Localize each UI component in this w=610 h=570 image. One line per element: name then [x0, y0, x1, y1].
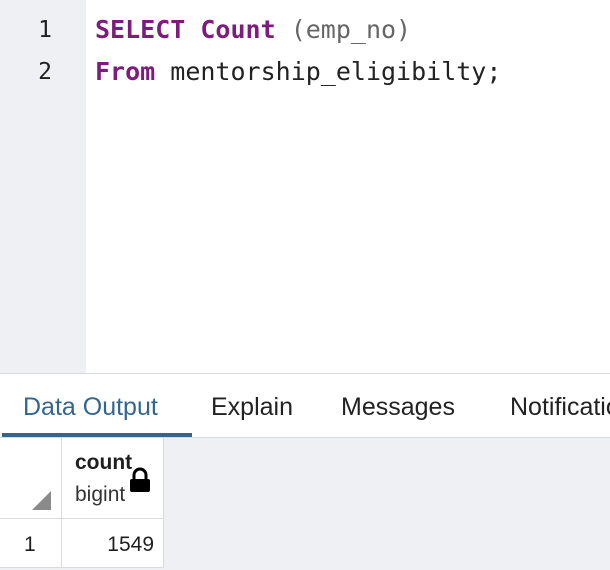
keyword-count: Count: [200, 15, 276, 44]
line-number-gutter: 1 2: [0, 0, 86, 373]
tab-data-output[interactable]: Data Output: [23, 374, 158, 437]
column-header-count[interactable]: count bigint: [62, 438, 164, 519]
active-tab-indicator: [2, 433, 192, 437]
sort-corner-icon: [32, 491, 51, 510]
table-identifier: mentorship_eligibilty;: [170, 57, 502, 86]
function-argument: (emp_no): [290, 15, 412, 44]
column-type: bigint: [75, 483, 126, 506]
row-number: 1: [24, 533, 36, 556]
lock-icon: [130, 467, 150, 492]
select-all-corner[interactable]: [0, 438, 62, 519]
column-name: count: [75, 451, 133, 474]
cell-value: 1549: [107, 533, 154, 556]
line-number: 2: [38, 59, 52, 85]
tab-explain[interactable]: Explain: [211, 374, 293, 437]
output-tab-bar: Data Output Explain Messages Notificatio…: [0, 373, 610, 438]
data-output-grid: count bigint 1 1549: [0, 438, 610, 570]
tab-notifications[interactable]: Notifications: [510, 374, 610, 437]
line-number: 1: [38, 17, 52, 43]
tab-messages[interactable]: Messages: [341, 374, 455, 437]
result-cell[interactable]: 1549: [62, 519, 164, 568]
query-editor[interactable]: 1 2 SELECT Count (emp_no) From mentorshi…: [0, 0, 610, 373]
keyword-select: SELECT: [95, 15, 186, 44]
code-line[interactable]: SELECT Count (emp_no): [95, 15, 411, 44]
keyword-from: From: [95, 57, 156, 86]
code-line[interactable]: From mentorship_eligibilty;: [95, 57, 501, 86]
row-number-cell[interactable]: 1: [0, 519, 62, 568]
